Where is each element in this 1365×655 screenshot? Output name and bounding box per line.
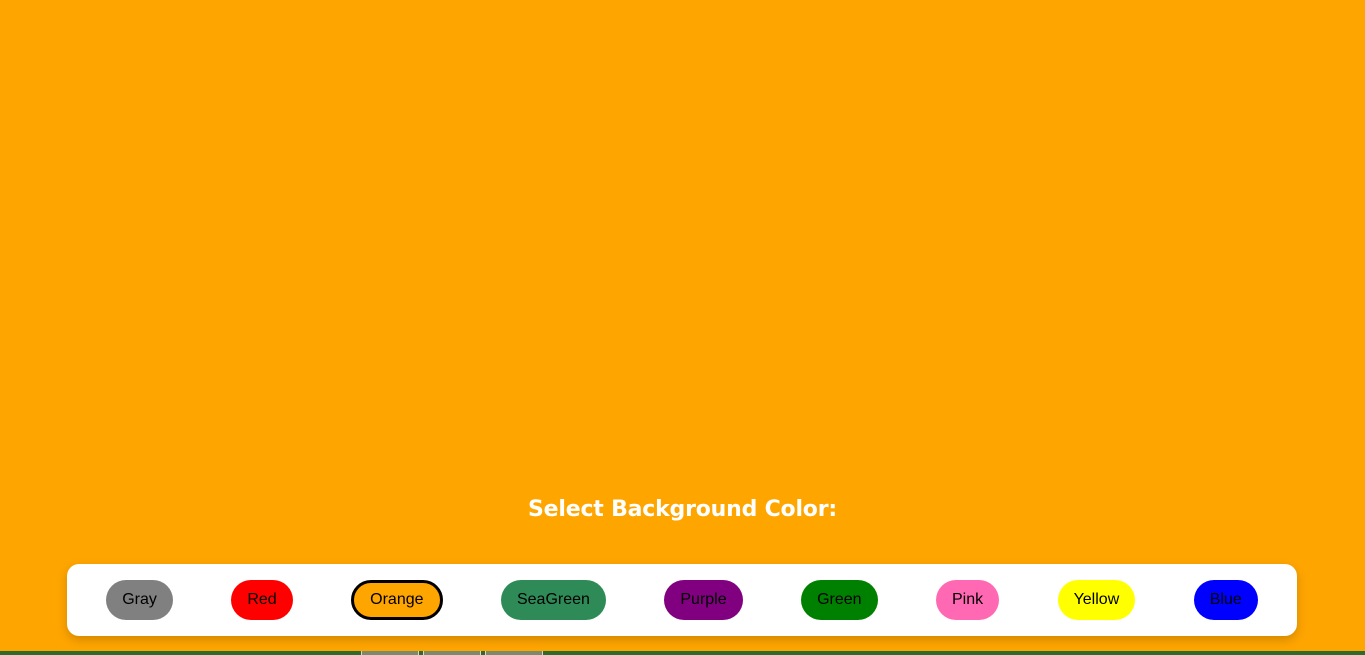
taskbar-item [485,651,543,655]
blue-button[interactable]: Blue [1193,580,1258,620]
yellow-button[interactable]: Yellow [1057,580,1136,620]
gray-button[interactable]: Gray [106,580,173,620]
page-background: Select Background Color: Gray Red Orange… [0,0,1365,655]
green-button[interactable]: Green [801,580,878,620]
taskbar-item [361,651,419,655]
page-heading: Select Background Color: [528,497,837,522]
orange-button[interactable]: Orange [351,580,443,620]
taskbar-item [423,651,481,655]
pink-button[interactable]: Pink [936,580,1000,620]
taskbar-edge [0,651,1365,655]
red-button[interactable]: Red [231,580,293,620]
purple-button[interactable]: Purple [664,580,743,620]
color-toolbar: Gray Red Orange SeaGreen Purple Green Pi… [67,564,1297,636]
seagreen-button[interactable]: SeaGreen [500,580,606,620]
